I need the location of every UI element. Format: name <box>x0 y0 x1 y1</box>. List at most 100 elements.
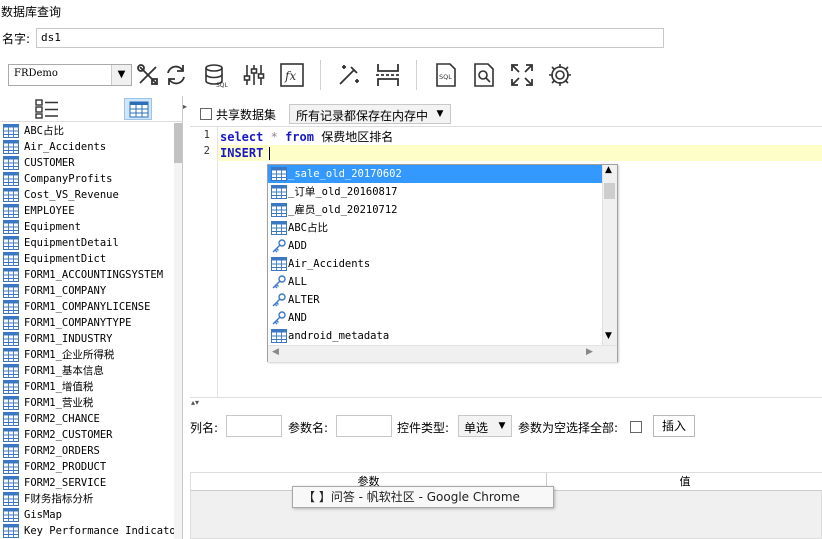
param-name-input[interactable] <box>336 415 392 437</box>
taskbar-tooltip: 【 】问答 - 帆软社区 - Google Chrome <box>292 486 554 508</box>
chevron-down-icon[interactable]: ▼ <box>111 65 131 85</box>
table-list-item[interactable]: Cost_VS_Revenue <box>3 187 174 203</box>
value-column-header[interactable]: 值 <box>547 473 822 491</box>
table-list-item[interactable]: FORM2_ORDERS <box>3 443 174 459</box>
column-name-input[interactable] <box>226 415 282 437</box>
table-name: FORM1_COMPANYLICENSE <box>24 301 151 313</box>
table-list-item[interactable]: F财务指标分析 <box>3 491 174 507</box>
param-name-label: 参数名: <box>288 421 329 435</box>
list-view-icon[interactable] <box>34 99 60 119</box>
autocomplete-item[interactable]: ALTER <box>268 291 602 309</box>
sql-line-2[interactable]: INSERT <box>220 145 263 161</box>
chevron-down-icon[interactable]: ▼ <box>432 106 448 122</box>
control-type-select[interactable]: 单选 ▼ <box>458 415 512 437</box>
table-list-item[interactable]: FORM1_基本信息 <box>3 363 174 379</box>
magic-wand-icon[interactable] <box>336 62 362 88</box>
table-list-item[interactable]: EMPLOYEE <box>3 203 174 219</box>
table-list-item[interactable]: ABC占比 <box>3 123 174 139</box>
dataset-name-input[interactable]: ds1 <box>36 28 664 48</box>
autocomplete-popup[interactable]: _sale_old_20170602 _订单_old_20160817 _雇员_ol… <box>267 164 618 362</box>
table-name: FORM1_企业所得税 <box>24 349 115 361</box>
sql-operator: * <box>270 130 278 144</box>
table-list-item[interactable]: EquipmentDetail <box>3 235 174 251</box>
table-name: FORM1_COMPANYTYPE <box>24 317 132 329</box>
panel-arrow-icon[interactable]: ▸ <box>183 102 187 111</box>
table-name: FORM2_PRODUCT <box>24 461 107 473</box>
page-break-icon[interactable] <box>375 62 401 88</box>
table-list-item[interactable]: Key Performance Indicators <box>3 523 174 539</box>
table-icon <box>3 316 19 330</box>
table-icon <box>3 508 19 522</box>
table-list-item[interactable]: CompanyProfits <box>3 171 174 187</box>
settings-gear-icon[interactable] <box>547 62 573 88</box>
autocomplete-item[interactable]: ABC占比 <box>268 219 602 237</box>
tools-icon[interactable] <box>135 62 161 88</box>
autocomplete-label: _雇员_old_20210712 <box>288 204 398 216</box>
autocomplete-item[interactable]: AND <box>268 309 602 327</box>
autocomplete-scroll-thumb[interactable] <box>604 183 615 199</box>
table-list-item[interactable]: EquipmentDict <box>3 251 174 267</box>
table-list-item[interactable]: Air_Accidents <box>3 139 174 155</box>
table-icon <box>3 524 19 538</box>
sql-line-1[interactable]: select * from 保费地区排名 <box>220 129 393 145</box>
table-name: EquipmentDetail <box>24 237 119 249</box>
preview-icon[interactable] <box>471 62 497 88</box>
sql-database-icon[interactable]: SQL <box>203 62 229 88</box>
insert-button[interactable]: 插入 <box>653 415 695 437</box>
table-list-scroll-thumb[interactable] <box>174 123 182 163</box>
table-icon <box>271 329 287 343</box>
chevron-down-icon[interactable]: ▼ <box>494 418 510 434</box>
fullscreen-icon[interactable] <box>509 62 535 88</box>
table-list-item[interactable]: FORM1_COMPANYLICENSE <box>3 299 174 315</box>
table-list-item[interactable]: FORM1_营业税 <box>3 395 174 411</box>
table-list-item[interactable]: FORM1_COMPANY <box>3 283 174 299</box>
scroll-left-icon[interactable]: ◀ <box>272 347 279 357</box>
sliders-icon[interactable] <box>241 62 267 88</box>
autocomplete-item[interactable]: Air_Accidents <box>268 255 602 273</box>
table-list-item[interactable]: GisMap <box>3 507 174 523</box>
formula-fx-icon[interactable]: fx <box>279 62 305 88</box>
scroll-right-icon[interactable]: ▶ <box>586 347 593 357</box>
share-dataset-checkbox[interactable] <box>200 108 212 120</box>
table-view-tab[interactable] <box>124 98 152 120</box>
table-list-item[interactable]: FORM2_CHANCE <box>3 411 174 427</box>
table-list-item[interactable]: FORM2_SERVICE <box>3 475 174 491</box>
scroll-down-icon[interactable]: ▼ <box>605 331 612 341</box>
autocomplete-item[interactable]: ALL <box>268 273 602 291</box>
svg-text:SQL: SQL <box>216 82 229 88</box>
table-list-item[interactable]: FORM2_PRODUCT <box>3 459 174 475</box>
name-label: 名字: <box>2 32 31 46</box>
sql-options-bar: ▸ 共享数据集 所有记录都保存在内存中 ▼ <box>183 96 822 126</box>
autocomplete-item[interactable]: _sale_old_20170602 <box>268 165 602 183</box>
table-list-item[interactable]: FORM1_INDUSTRY <box>3 331 174 347</box>
autocomplete-item[interactable]: _订单_old_20160817 <box>268 183 602 201</box>
table-name: FORM2_SERVICE <box>24 477 107 489</box>
table-list-item[interactable]: FORM2_CUSTOMER <box>3 427 174 443</box>
table-list-item[interactable]: FORM1_COMPANYTYPE <box>3 315 174 331</box>
autocomplete-hscrollbar[interactable]: ◀ ▶ <box>268 345 617 362</box>
table-icon <box>3 172 19 186</box>
table-list-item[interactable]: CUSTOMER <box>3 155 174 171</box>
table-list-item[interactable]: FORM1_ACCOUNTINGSYSTEM <box>3 267 174 283</box>
autocomplete-item[interactable]: ADD <box>268 237 602 255</box>
datasource-select[interactable]: FRDemo ▼ <box>8 64 132 86</box>
empty-select-all-checkbox[interactable] <box>630 421 642 433</box>
table-icon <box>271 185 287 199</box>
table-name: FORM2_CUSTOMER <box>24 429 113 441</box>
table-list-scrollbar[interactable] <box>174 123 182 539</box>
sql-file-icon[interactable]: SQL <box>433 62 459 88</box>
table-name: EquipmentDict <box>24 253 107 265</box>
table-list-item[interactable]: FORM1_企业所得税 <box>3 347 174 363</box>
table-list-item[interactable]: Equipment <box>3 219 174 235</box>
table-list-item[interactable]: FORM1_增值税 <box>3 379 174 395</box>
refresh-icon[interactable] <box>163 62 189 88</box>
collapse-toggle-icon[interactable]: ▴▾ <box>191 398 199 407</box>
text-caret <box>269 147 270 160</box>
cache-mode-select[interactable]: 所有记录都保存在内存中 ▼ <box>289 104 451 124</box>
autocomplete-item[interactable]: android_metadata <box>268 327 602 345</box>
current-line-highlight <box>218 145 822 161</box>
autocomplete-item[interactable]: _雇员_old_20210712 <box>268 201 602 219</box>
svg-text:SQL: SQL <box>439 73 452 81</box>
scroll-up-icon[interactable]: ▲ <box>605 165 612 175</box>
table-icon <box>271 257 287 271</box>
